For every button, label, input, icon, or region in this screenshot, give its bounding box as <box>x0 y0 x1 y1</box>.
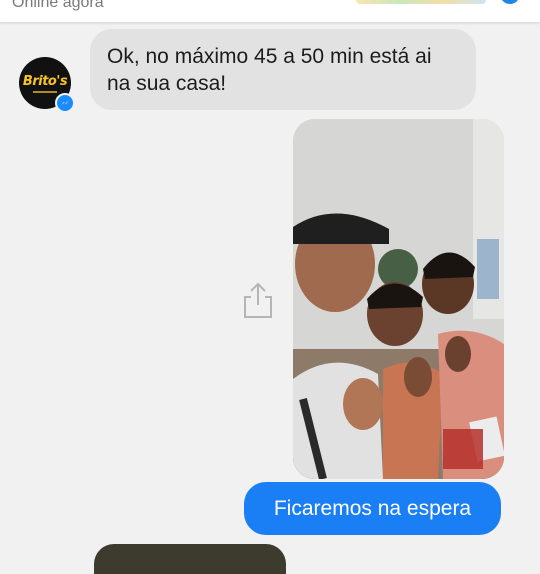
outgoing-message-bubble[interactable]: Ficaremos na espera <box>244 482 501 535</box>
incoming-message-bubble[interactable]: Ok, no máximo 45 a 50 min está ai na sua… <box>90 29 476 110</box>
avatar-logo-underline <box>33 91 57 93</box>
messenger-badge-icon <box>55 93 75 113</box>
avatar-logo-text: Brito's <box>22 73 68 89</box>
info-icon[interactable] <box>500 0 520 4</box>
share-icon[interactable] <box>242 281 274 319</box>
online-status: Online agora <box>12 0 104 11</box>
header-action-icons[interactable] <box>356 0 486 4</box>
next-photo-message[interactable] <box>94 544 286 574</box>
photo-message[interactable] <box>293 119 504 479</box>
conversation-header: Online agora <box>0 0 540 23</box>
